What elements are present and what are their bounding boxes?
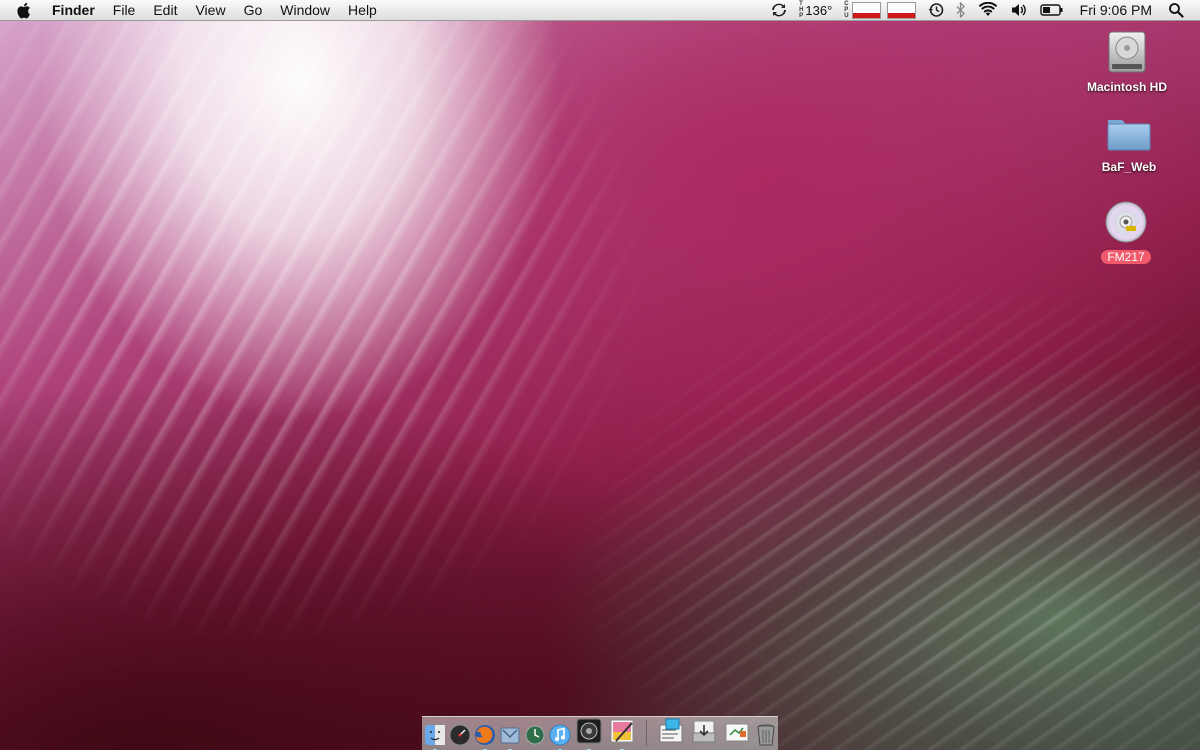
temperature-value: 136° <box>805 2 833 18</box>
cpu-monitor[interactable]: C P U <box>838 0 921 21</box>
cpu-label-stack: C P U <box>844 1 848 19</box>
dashboard-icon <box>449 724 470 746</box>
sync-icon[interactable] <box>765 0 793 21</box>
dock-item-finder[interactable] <box>424 724 446 750</box>
downloads-stack-icon <box>692 720 715 743</box>
temperature-monitor[interactable]: T H P 136° <box>793 0 838 21</box>
menu-edit[interactable]: Edit <box>144 0 186 21</box>
dock-item-firefox[interactable] <box>474 724 496 750</box>
firefox-icon <box>474 725 495 745</box>
desktop-icon-macintosh-hd[interactable]: Macintosh HD <box>1077 28 1177 94</box>
mail-icon <box>500 727 519 744</box>
textedit-icon <box>610 719 633 743</box>
hard-drive-icon <box>1103 28 1151 76</box>
dock-item-textedit[interactable] <box>607 716 637 750</box>
apple-menu-icon[interactable] <box>16 1 34 19</box>
dock-item-dashboard[interactable] <box>449 724 471 746</box>
finder-icon <box>424 725 445 745</box>
menu-file[interactable]: File <box>104 0 145 21</box>
dock-item-aperture[interactable] <box>574 716 604 750</box>
time-machine-icon <box>525 725 544 745</box>
dock-item-documents[interactable] <box>722 716 752 746</box>
time-machine-menu-icon[interactable] <box>922 0 950 21</box>
cpu-meter-2 <box>886 1 916 19</box>
preview-icon <box>659 718 682 743</box>
cpu-meter-1 <box>851 1 881 19</box>
aperture-icon <box>576 718 601 744</box>
menu-go[interactable]: Go <box>235 0 272 21</box>
dock-separator <box>645 720 647 746</box>
documents-stack-icon <box>725 723 748 742</box>
desktop[interactable]: Finder File Edit View Go Window Help T H… <box>0 0 1200 750</box>
trash-icon <box>757 724 774 746</box>
battery-icon[interactable] <box>1034 0 1070 21</box>
temperature-label-stack: T H P <box>799 1 803 19</box>
dvd-icon <box>1102 198 1150 246</box>
volume-icon[interactable] <box>1004 0 1034 21</box>
dock-item-time-machine[interactable] <box>524 724 546 746</box>
menu-help[interactable]: Help <box>339 0 386 21</box>
dock-item-downloads[interactable] <box>689 716 719 746</box>
dock-item-itunes[interactable] <box>549 724 571 750</box>
desktop-icon-label: BaF_Web <box>1101 160 1157 174</box>
dock-item-preview[interactable] <box>656 716 686 746</box>
dock-item-mail[interactable] <box>499 724 521 750</box>
desktop-icon-fm217[interactable]: FM217 <box>1076 198 1176 264</box>
itunes-icon <box>549 724 570 746</box>
temp-stack-letter: P <box>799 13 804 19</box>
bluetooth-icon[interactable] <box>950 0 972 21</box>
wifi-icon[interactable] <box>972 0 1004 21</box>
desktop-icon-label: FM217 <box>1101 250 1151 264</box>
menu-window[interactable]: Window <box>271 0 339 21</box>
wallpaper-streaks-secondary <box>0 0 1200 750</box>
dock-item-trash[interactable] <box>755 724 777 746</box>
menu-app-finder[interactable]: Finder <box>46 0 104 21</box>
folder-icon <box>1105 108 1153 156</box>
dock <box>422 716 778 750</box>
menu-clock[interactable]: Fri 9:06 PM <box>1070 0 1162 21</box>
desktop-icon-baf-web[interactable]: BaF_Web <box>1079 108 1179 174</box>
menu-bar: Finder File Edit View Go Window Help T H… <box>0 0 1200 21</box>
desktop-icon-label: Macintosh HD <box>1086 80 1167 94</box>
spotlight-search-icon[interactable] <box>1162 0 1190 21</box>
cpu-stack-letter: U <box>844 13 849 19</box>
menu-view[interactable]: View <box>186 0 234 21</box>
